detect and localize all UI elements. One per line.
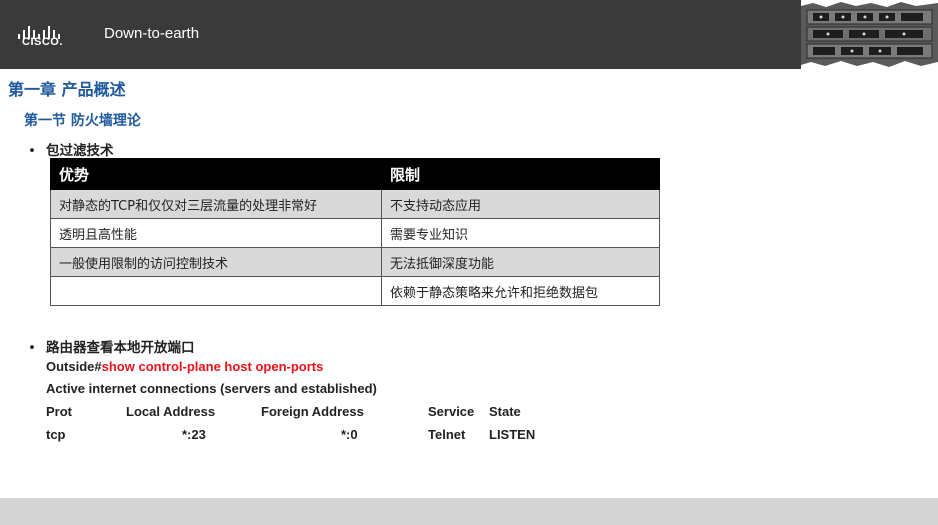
table-header-row: 优势 限制 — [50, 158, 660, 190]
table-cell: 透明且高性能 — [50, 218, 382, 248]
cli-value-service: Telnet — [428, 427, 466, 442]
table-cell: 不支持动态应用 — [381, 189, 660, 219]
slide-header: CISCO. Down-to-earth — [0, 0, 938, 69]
cli-prompt: Outside# — [46, 359, 102, 374]
table-row: 一般使用限制的访问控制技术 无法抵御深度功能 — [50, 247, 660, 277]
bullet-glyph: • — [28, 143, 36, 159]
bullet-label: 包过滤技术 — [46, 143, 114, 159]
table-row: 透明且高性能 需要专业知识 — [50, 218, 660, 248]
cisco-logo-text: CISCO. — [22, 36, 63, 48]
slide-footer-bar — [0, 498, 938, 525]
cli-value-prot: tcp — [46, 427, 66, 442]
packet-filtering-table: 优势 限制 对静态的TCP和仅仅对三层流量的处理非常好 不支持动态应用 透明且高… — [50, 158, 660, 306]
cli-column-state: State — [489, 404, 521, 419]
table-cell: 对静态的TCP和仅仅对三层流量的处理非常好 — [50, 189, 382, 219]
bullet-label: 路由器查看本地开放端口 — [46, 340, 195, 356]
header-tagline: Down-to-earth — [104, 25, 200, 42]
column-header-limitations: 限制 — [381, 158, 660, 190]
bullet-packet-filtering: • 包过滤技术 — [28, 139, 114, 159]
bullet-open-ports: • 路由器查看本地开放端口 — [28, 336, 195, 356]
cli-column-service: Service — [428, 404, 475, 419]
cli-command-line: Outside#show control-plane host open-por… — [46, 359, 323, 374]
cli-value-foreign-address: *:0 — [341, 427, 358, 442]
table-cell: 一般使用限制的访问控制技术 — [50, 247, 382, 277]
cli-column-foreign-address: Foreign Address — [261, 404, 364, 419]
bullet-glyph: • — [28, 340, 36, 356]
table-row: 依赖于静态策略来允许和拒绝数据包 — [50, 276, 660, 306]
cli-column-local-address: Local Address — [126, 404, 216, 419]
column-header-advantages: 优势 — [50, 158, 382, 190]
table-cell: 依赖于静态策略来允许和拒绝数据包 — [381, 276, 660, 306]
table-cell: 无法抵御深度功能 — [381, 247, 660, 277]
section-title: 第一节 防火墙理论 — [24, 113, 141, 129]
table-cell — [50, 276, 382, 306]
table-row: 对静态的TCP和仅仅对三层流量的处理非常好 不支持动态应用 — [50, 189, 660, 219]
cli-column-prot: Prot — [46, 404, 72, 419]
network-hardware-image — [801, 0, 938, 69]
cli-command: show control-plane host open-ports — [101, 359, 324, 374]
cli-value-local-address: *:23 — [182, 427, 206, 442]
cli-output-line: Active internet connections (servers and… — [46, 381, 377, 396]
cli-value-state: LISTEN — [489, 427, 536, 442]
table-cell: 需要专业知识 — [381, 218, 660, 248]
chapter-title: 第一章 产品概述 — [8, 80, 126, 99]
